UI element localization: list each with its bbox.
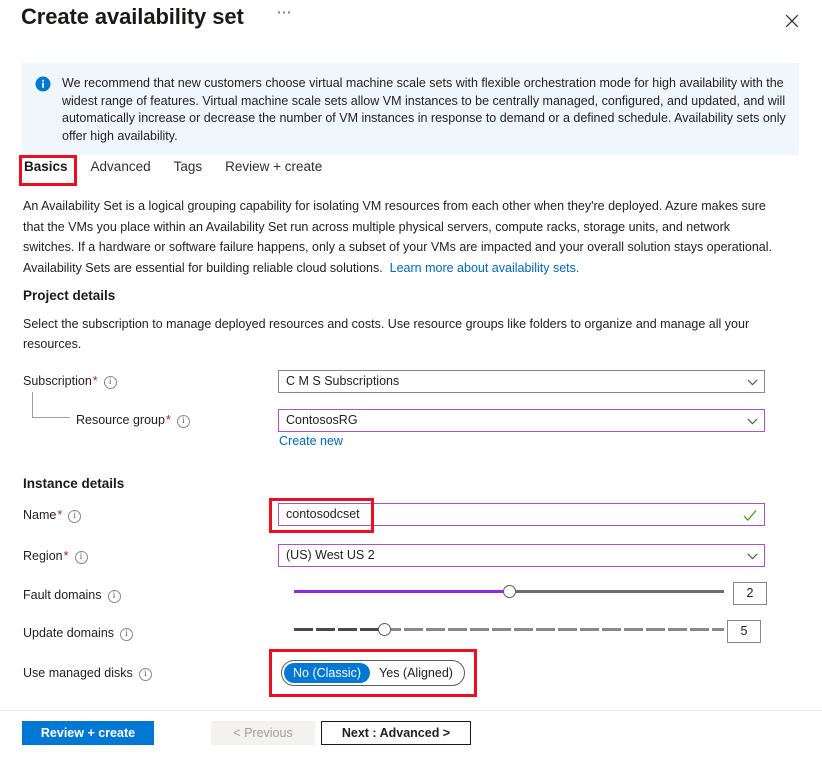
region-dropdown[interactable]: (US) West US 2 xyxy=(278,544,765,567)
chevron-down-icon xyxy=(747,418,756,424)
info-icon[interactable]: i xyxy=(120,628,133,641)
info-icon[interactable]: i xyxy=(75,551,88,564)
slider-thumb[interactable] xyxy=(378,623,391,636)
managed-disks-option-yes[interactable]: Yes (Aligned) xyxy=(370,663,462,683)
review-create-button[interactable]: Review + create xyxy=(22,721,154,745)
close-icon[interactable] xyxy=(780,9,804,33)
info-icon[interactable]: i xyxy=(108,590,121,603)
resource-group-value: ContososRG xyxy=(286,413,358,427)
subscription-value: C M S Subscriptions xyxy=(286,374,399,388)
project-details-subtitle: Select the subscription to manage deploy… xyxy=(23,314,773,354)
chevron-down-icon xyxy=(747,553,756,559)
subscription-label: Subscription*i xyxy=(23,374,117,389)
region-value: (US) West US 2 xyxy=(286,548,375,562)
resource-group-label: Resource group*i xyxy=(76,413,190,428)
next-advanced-button[interactable]: Next : Advanced > xyxy=(321,721,471,745)
slider-thumb[interactable] xyxy=(503,585,516,598)
fault-domains-slider[interactable] xyxy=(294,581,724,603)
fault-domains-label: Fault domainsi xyxy=(23,588,121,603)
name-label: Name*i xyxy=(23,508,81,523)
banner-text: We recommend that new customers choose v… xyxy=(62,75,787,145)
resource-group-dropdown[interactable]: ContososRG xyxy=(278,409,765,432)
previous-button[interactable]: < Previous xyxy=(211,721,315,745)
name-input[interactable]: contosodcset xyxy=(278,503,765,526)
tab-review-create[interactable]: Review + create xyxy=(225,157,336,180)
info-circle-icon xyxy=(35,76,51,92)
region-label: Region*i xyxy=(23,549,88,564)
name-value: contosodcset xyxy=(286,507,360,521)
page-title: Create availability set xyxy=(21,4,244,30)
project-details-heading: Project details xyxy=(23,288,115,303)
update-domains-value[interactable]: 5 xyxy=(727,620,761,643)
tab-tags[interactable]: Tags xyxy=(174,157,217,180)
chevron-down-icon xyxy=(747,379,756,385)
tab-advanced[interactable]: Advanced xyxy=(91,157,165,180)
resource-group-tree-connector xyxy=(32,392,70,418)
slider-fill xyxy=(294,590,509,593)
info-icon[interactable]: i xyxy=(68,510,81,523)
instance-details-heading: Instance details xyxy=(23,476,124,491)
footer-divider xyxy=(0,710,822,711)
learn-more-link[interactable]: Learn more about availability sets. xyxy=(390,261,580,275)
managed-disks-option-no[interactable]: No (Classic) xyxy=(284,663,370,683)
info-icon[interactable]: i xyxy=(177,415,190,428)
availability-set-description: An Availability Set is a logical groupin… xyxy=(23,196,778,278)
info-icon[interactable]: i xyxy=(104,376,117,389)
blade-header: Create availability set ⋯ xyxy=(0,0,822,48)
use-managed-disks-toggle[interactable]: No (Classic) Yes (Aligned) xyxy=(281,660,465,686)
fault-domains-value[interactable]: 2 xyxy=(733,582,767,605)
create-new-resource-group-link[interactable]: Create new xyxy=(279,434,343,448)
tab-basics[interactable]: Basics xyxy=(22,157,82,180)
subscription-dropdown[interactable]: C M S Subscriptions xyxy=(278,370,765,393)
update-domains-slider[interactable] xyxy=(294,619,724,641)
tabstrip: Basics Advanced Tags Review + create xyxy=(22,157,345,185)
update-domains-label: Update domainsi xyxy=(23,626,133,641)
green-check-icon xyxy=(743,508,756,521)
recommendation-banner: We recommend that new customers choose v… xyxy=(22,63,799,155)
info-icon[interactable]: i xyxy=(139,668,152,681)
more-options-icon[interactable]: ⋯ xyxy=(274,10,294,30)
use-managed-disks-label: Use managed disksi xyxy=(23,666,152,681)
slider-fill xyxy=(294,628,384,631)
